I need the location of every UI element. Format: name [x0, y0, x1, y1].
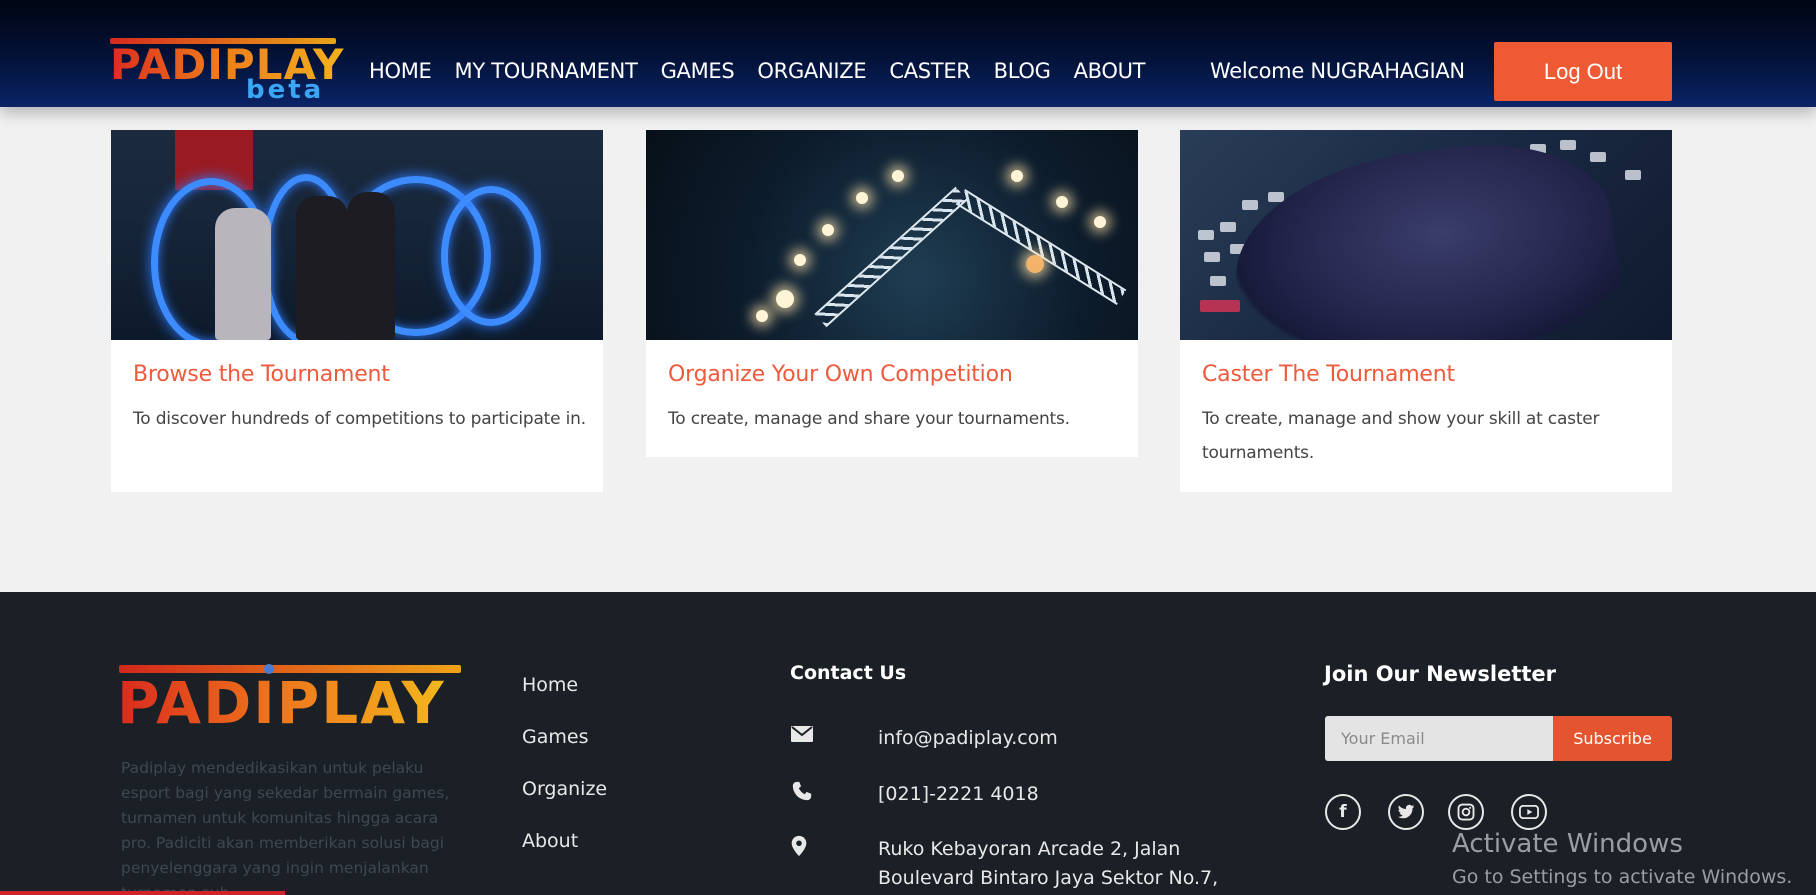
- image-detail: [756, 310, 768, 322]
- footer-links: Home Games Organize About: [522, 672, 607, 880]
- contact-address: Ruko Kebayoran Arcade 2, Jalan Boulevard…: [878, 838, 1219, 889]
- footer-logo[interactable]: PADIPLAY: [117, 670, 446, 736]
- twitter-icon[interactable]: [1388, 794, 1424, 830]
- image-detail: [1210, 276, 1226, 286]
- card-title[interactable]: Browse the Tournament: [133, 362, 390, 387]
- padiplay-logo[interactable]: PADIPLAY beta: [110, 38, 343, 105]
- image-detail: [1198, 230, 1214, 240]
- image-detail: [1204, 252, 1220, 262]
- image-detail: [1242, 200, 1258, 210]
- card-description: To discover hundreds of competitions to …: [133, 409, 586, 429]
- image-detail: [1625, 170, 1641, 180]
- image-detail: [794, 254, 806, 266]
- footer-link-about[interactable]: About: [522, 828, 607, 854]
- activate-windows-title: Activate Windows: [1452, 829, 1683, 859]
- youtube-icon[interactable]: [1511, 794, 1547, 830]
- footer-about-text: Padiplay mendedikasikan untuk pelaku esp…: [121, 759, 450, 895]
- logo-beta-label: beta: [246, 75, 325, 105]
- newsletter-email-input[interactable]: [1325, 716, 1553, 761]
- image-detail: [1222, 130, 1628, 340]
- contact-address-row: Ruko Kebayoran Arcade 2, Jalan Boulevard…: [790, 835, 1238, 893]
- nav-caster[interactable]: CASTER: [889, 57, 971, 85]
- image-detail: [814, 186, 968, 328]
- footer-link-organize[interactable]: Organize: [522, 776, 607, 802]
- logout-button[interactable]: Log Out: [1494, 42, 1672, 101]
- activate-windows-watermark: Activate Windows Go to Settings to activ…: [1452, 828, 1792, 890]
- newsletter-title: Join Our Newsletter: [1324, 662, 1557, 686]
- instagram-icon[interactable]: [1448, 794, 1484, 830]
- nav-organize[interactable]: ORGANIZE: [757, 57, 866, 85]
- image-detail: [822, 224, 834, 236]
- image-detail: [776, 290, 794, 308]
- image-detail: [1220, 222, 1236, 232]
- nav-my-tournament[interactable]: MY TOURNAMENT: [455, 57, 638, 85]
- contact-phone-row: [021]-2221 4018: [790, 780, 1238, 809]
- image-detail: [856, 192, 868, 204]
- welcome-text: Welcome NUGRAHAGIAN: [1210, 59, 1465, 83]
- contact-phone[interactable]: [021]-2221 4018: [878, 780, 1238, 809]
- contact-email-row: info@padiplay.com: [790, 724, 1238, 753]
- card-description: To create, manage and show your skill at…: [1202, 409, 1600, 463]
- image-detail: [347, 192, 395, 340]
- contact-email[interactable]: info@padiplay.com: [878, 724, 1238, 753]
- image-detail: [1011, 170, 1023, 182]
- activate-windows-subtitle: Go to Settings to activate Windows.: [1452, 866, 1793, 888]
- image-detail: [1560, 140, 1576, 150]
- phone-icon: [790, 780, 878, 807]
- image-detail: [296, 196, 348, 340]
- facebook-icon[interactable]: f: [1325, 794, 1361, 830]
- image-detail: [215, 208, 271, 340]
- card-browse-tournament[interactable]: Browse the Tournament To discover hundre…: [111, 130, 603, 492]
- card-caster-tournament[interactable]: Caster The Tournament To create, manage …: [1180, 130, 1672, 492]
- card-organize-competition[interactable]: Organize Your Own Competition To create,…: [646, 130, 1138, 457]
- image-detail: [955, 189, 1127, 305]
- image-detail: [1056, 196, 1068, 208]
- card-image-stage-lights: [646, 130, 1138, 340]
- main-nav: HOME MY TOURNAMENT GAMES ORGANIZE CASTER…: [369, 57, 1146, 85]
- image-detail: [892, 170, 904, 182]
- location-pin-icon: [790, 835, 878, 862]
- image-detail: [1200, 300, 1240, 312]
- contact-title: Contact Us: [790, 662, 907, 684]
- image-detail: [441, 186, 541, 326]
- nav-games[interactable]: GAMES: [661, 57, 735, 85]
- nav-about[interactable]: ABOUT: [1074, 57, 1146, 85]
- subscribe-button[interactable]: Subscribe: [1553, 716, 1672, 761]
- card-image-arcade: [111, 130, 603, 340]
- nav-home[interactable]: HOME: [369, 57, 432, 85]
- card-description: To create, manage and share your tournam…: [668, 409, 1070, 429]
- footer-link-home[interactable]: Home: [522, 672, 607, 698]
- image-detail: [1590, 152, 1606, 162]
- footer-link-games[interactable]: Games: [522, 724, 607, 750]
- top-navbar: PADIPLAY beta HOME MY TOURNAMENT GAMES O…: [0, 0, 1816, 107]
- card-title[interactable]: Caster The Tournament: [1202, 362, 1455, 387]
- image-detail: [1026, 255, 1044, 273]
- card-image-keyboard: [1180, 130, 1672, 340]
- image-detail: [1094, 216, 1106, 228]
- card-title[interactable]: Organize Your Own Competition: [668, 362, 1013, 387]
- mail-icon: [790, 724, 878, 748]
- page-load-progress-bar: [0, 891, 285, 895]
- nav-blog[interactable]: BLOG: [994, 57, 1051, 85]
